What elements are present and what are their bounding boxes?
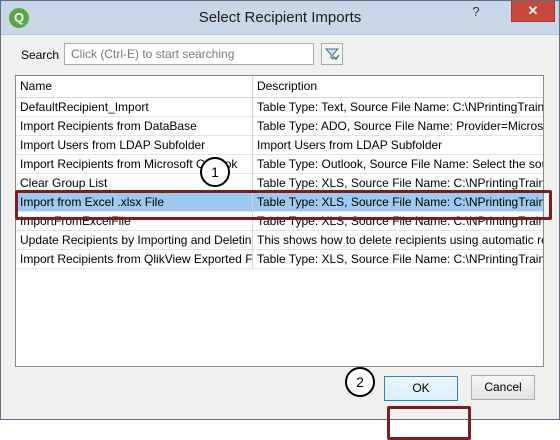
table-row[interactable]: DefaultRecipient_Import Table Type: Text,…	[16, 98, 543, 117]
row-name-cell: DefaultRecipient_Import	[16, 98, 253, 117]
selection-highlight-frame	[15, 190, 552, 220]
row-description-cell: Table Type: XLS, Source File Name: C:\NP…	[257, 252, 543, 266]
row-name-cell: Import Recipients from DataBase	[16, 117, 253, 136]
filter-icon	[325, 48, 339, 61]
row-name-cell: Update Recipients by Importing and Delet…	[16, 231, 253, 250]
table-row[interactable]: Import Recipients from Microsoft Outlook…	[16, 155, 543, 174]
ok-highlight-frame	[387, 406, 471, 440]
row-description-cell: Table Type: ADO, Source File Name: Provi…	[257, 119, 543, 133]
search-input[interactable]	[64, 43, 314, 65]
search-label: Search	[21, 48, 60, 62]
row-description-cell: This shows how to delete recipients usin…	[257, 233, 543, 247]
row-description-cell: Table Type: Outlook, Source File Name: S…	[257, 157, 543, 171]
imports-table: Name Description DefaultRecipient_Import…	[15, 75, 544, 367]
row-description-cell: Table Type: Text, Source File Name: C:\N…	[257, 100, 543, 114]
help-button[interactable]: ?	[464, 2, 488, 22]
column-header-description[interactable]: Description	[253, 76, 543, 97]
column-header-name[interactable]: Name	[16, 76, 253, 97]
dialog-window: Q Select Recipient Imports ? ✕ Search Na…	[0, 0, 560, 440]
dialog-content: Search Name Description DefaultRecipient…	[9, 35, 552, 440]
table-header: Name Description	[16, 76, 543, 98]
table-row[interactable]: Update Recipients by Importing and Delet…	[16, 231, 543, 250]
row-description-cell: Import Users from LDAP Subfolder	[257, 138, 443, 152]
ok-button[interactable]: OK	[384, 376, 458, 401]
table-row[interactable]: Import Recipients from DataBase Table Typ…	[16, 117, 543, 136]
filter-button[interactable]	[321, 43, 343, 65]
title-bar: Q Select Recipient Imports ? ✕	[1, 1, 559, 35]
callout-1: 1	[200, 157, 230, 187]
close-button[interactable]: ✕	[511, 1, 555, 22]
row-name-cell: Import Recipients from QlikView Exported…	[16, 250, 253, 269]
row-name-cell: Import Users from LDAP Subfolder	[16, 136, 253, 155]
cancel-button[interactable]: Cancel	[471, 375, 535, 400]
table-row[interactable]: Import Recipients from QlikView Exported…	[16, 250, 543, 269]
table-row[interactable]: Import Users from LDAP Subfolder Import U…	[16, 136, 543, 155]
callout-2: 2	[345, 367, 375, 397]
